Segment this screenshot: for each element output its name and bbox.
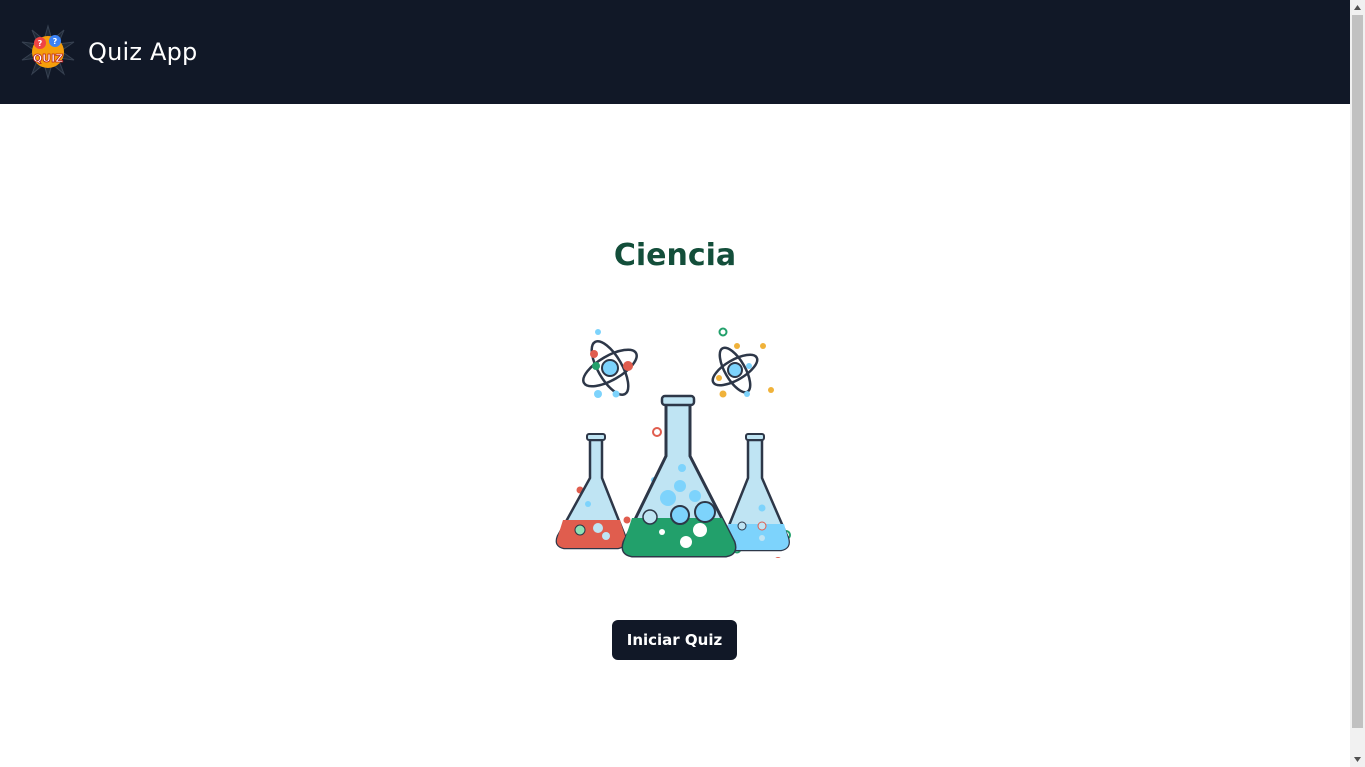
quiz-logo-text: QUIZ bbox=[33, 52, 63, 65]
center-flask-icon bbox=[621, 394, 737, 558]
left-atom-icon bbox=[582, 329, 638, 398]
science-flasks-icon bbox=[555, 327, 791, 558]
main-content: Ciencia Iniciar Quiz bbox=[0, 104, 1350, 767]
right-flask-icon bbox=[721, 433, 790, 552]
app-title: Quiz App bbox=[88, 38, 198, 66]
brand-link[interactable]: ? ? QUIZ Quiz App bbox=[20, 24, 197, 80]
right-atom-icon bbox=[711, 327, 774, 398]
left-flask-icon bbox=[555, 433, 627, 550]
scroll-down-arrow-icon[interactable] bbox=[1350, 752, 1365, 767]
svg-text:?: ? bbox=[38, 39, 43, 48]
quiz-app: ? ? QUIZ Quiz App Ciencia Iniciar Quiz bbox=[0, 0, 1365, 767]
topic-title: Ciencia bbox=[613, 238, 737, 273]
start-quiz-button[interactable]: Iniciar Quiz bbox=[612, 620, 737, 660]
vertical-scrollbar[interactable] bbox=[1350, 0, 1365, 767]
quiz-logo-icon: ? ? QUIZ bbox=[21, 24, 75, 80]
scrollbar-thumb[interactable] bbox=[1352, 15, 1363, 728]
navbar: ? ? QUIZ Quiz App bbox=[0, 0, 1350, 104]
scroll-up-arrow-icon[interactable] bbox=[1350, 0, 1365, 15]
svg-text:?: ? bbox=[53, 37, 58, 46]
